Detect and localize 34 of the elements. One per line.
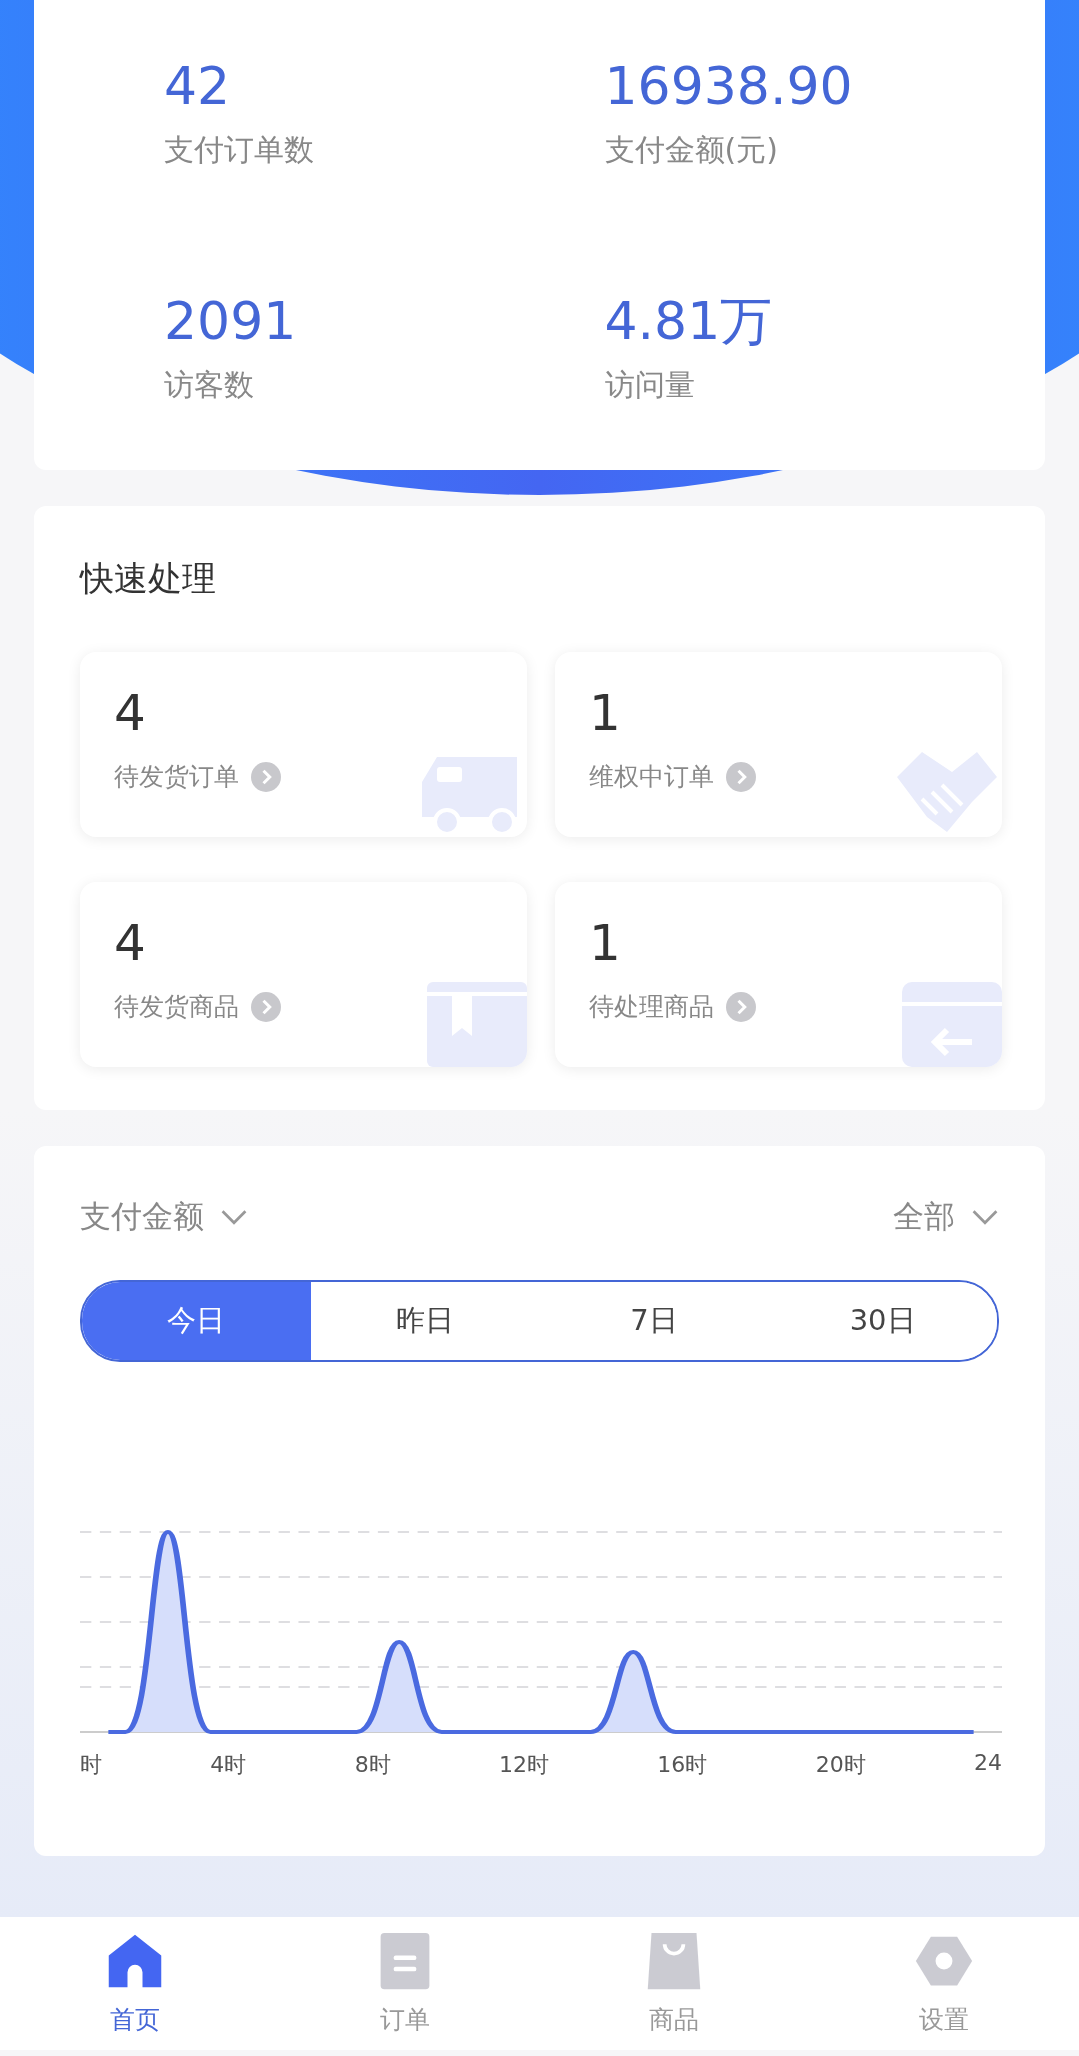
- task-count: 1: [589, 918, 622, 968]
- stat-value: 42: [164, 60, 232, 112]
- axis-label: 时: [80, 1751, 102, 1779]
- task-card[interactable]: 1 待处理商品: [555, 882, 1002, 1067]
- stat-label: 访问量: [604, 366, 696, 404]
- stat-value: 4.81万: [604, 295, 774, 347]
- task-count: 1: [589, 688, 622, 738]
- task-label: 维权中订单: [589, 761, 714, 793]
- task-card[interactable]: 1 维权中订单: [555, 652, 1002, 837]
- task-label: 待处理商品: [589, 991, 714, 1023]
- task-card[interactable]: 4 待发货商品: [80, 882, 527, 1067]
- nav-tab[interactable]: 首页: [0, 1917, 270, 2050]
- task-count: 4: [114, 688, 147, 738]
- stat-value: 2091: [164, 295, 298, 347]
- axis-label: 4时: [210, 1751, 247, 1779]
- chevron-down-icon: [971, 1209, 999, 1225]
- axis-label: 24: [973, 1750, 1002, 1777]
- stat-label: 支付金额(元): [604, 131, 779, 169]
- period-tab[interactable]: 今日: [82, 1282, 311, 1360]
- filter-dropdown[interactable]: 全部: [893, 1196, 999, 1238]
- stat-label: 支付订单数: [164, 131, 315, 169]
- task-count: 4: [114, 918, 147, 968]
- task-label: 待发货商品: [114, 991, 239, 1023]
- stat-value: 16938.90: [604, 60, 854, 112]
- chevron-down-icon: [220, 1209, 248, 1225]
- axis-label: 16时: [657, 1751, 708, 1779]
- axis-label: 20时: [815, 1751, 866, 1779]
- task-card[interactable]: 4 待发货订单: [80, 652, 527, 837]
- stat-label: 访客数: [164, 366, 255, 404]
- task-label: 待发货订单: [114, 761, 239, 793]
- axis-label: 12时: [499, 1751, 549, 1779]
- section-title: 快速处理: [80, 557, 217, 600]
- axis-label: 8时: [354, 1751, 391, 1779]
- metric-dropdown[interactable]: 支付金额: [80, 1196, 248, 1238]
